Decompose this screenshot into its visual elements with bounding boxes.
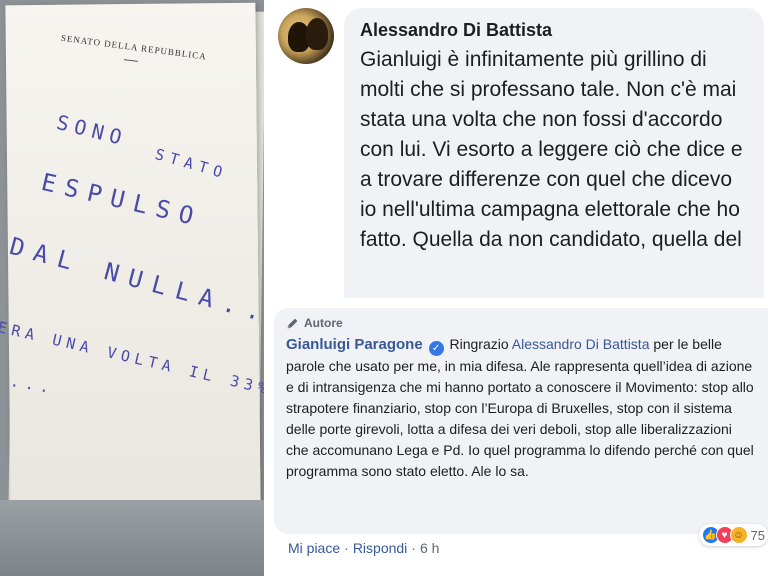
reply-actions: Mi piace · Rispondi · 6 h bbox=[288, 540, 439, 556]
timestamp[interactable]: 6 h bbox=[420, 540, 439, 556]
like-button[interactable]: Mi piace bbox=[288, 540, 340, 556]
reply-author[interactable]: Gianluigi Paragone bbox=[286, 336, 423, 353]
author-badge-label: Autore bbox=[304, 316, 343, 330]
reply-text-start: Ringrazio bbox=[449, 336, 512, 352]
reply-button[interactable]: Rispondi bbox=[353, 540, 407, 556]
pencil-icon bbox=[287, 318, 298, 328]
reply-bubble: Autore Gianluigi Paragone ✓ Ringrazio Al… bbox=[274, 308, 768, 534]
avatar-icon[interactable] bbox=[278, 8, 334, 64]
mention-link[interactable]: Alessandro Di Battista bbox=[512, 336, 650, 352]
handwritten-note-photo: Senato della Repubblica SONO STATO ESPUL… bbox=[0, 0, 264, 576]
haha-reaction-icon: ☺ bbox=[729, 526, 748, 544]
reply-text-body: per le belle parole che usato per me, in… bbox=[286, 336, 754, 479]
action-separator: · bbox=[344, 540, 349, 556]
comment-panel: Alessandro Di Battista Gianluigi è infin… bbox=[270, 0, 768, 300]
letterhead: Senato della Repubblica bbox=[60, 32, 208, 62]
reactions-count: 75 bbox=[750, 527, 765, 543]
comment-bubble: Alessandro Di Battista Gianluigi è infin… bbox=[344, 8, 764, 300]
avatar-silhouette bbox=[306, 18, 328, 50]
photo-background bbox=[0, 500, 264, 576]
verified-icon: ✓ bbox=[428, 341, 444, 356]
author-badge: Autore bbox=[286, 316, 758, 330]
letterhead-rule bbox=[123, 59, 138, 62]
reply-text: Gianluigi Paragone ✓ Ringrazio Alessandr… bbox=[286, 334, 758, 482]
action-separator: · bbox=[411, 540, 416, 556]
comment-author[interactable]: Alessandro Di Battista bbox=[360, 20, 748, 41]
reply-panel: Autore Gianluigi Paragone ✓ Ringrazio Al… bbox=[270, 304, 768, 576]
comment-text: Gianluigi è infinitamente più grillino d… bbox=[360, 48, 743, 251]
reactions-summary[interactable]: 👍 ♥ ☺ 75 bbox=[698, 524, 768, 546]
